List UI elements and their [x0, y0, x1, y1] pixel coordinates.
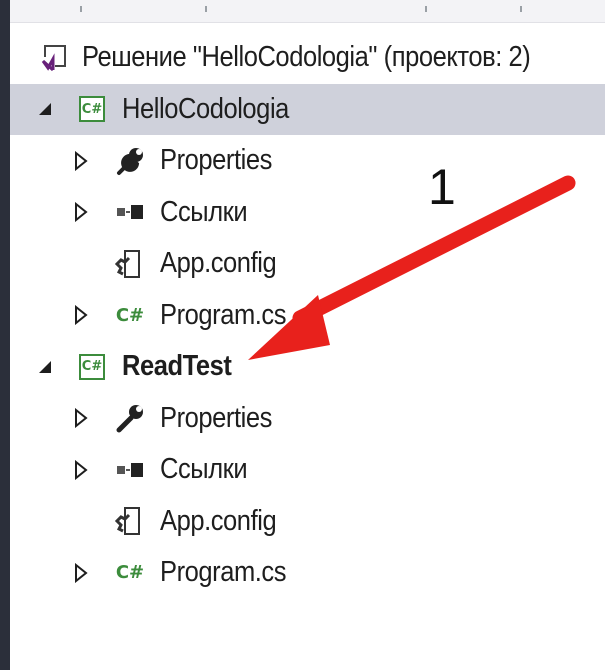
- annotation-red-arrow: [248, 175, 576, 360]
